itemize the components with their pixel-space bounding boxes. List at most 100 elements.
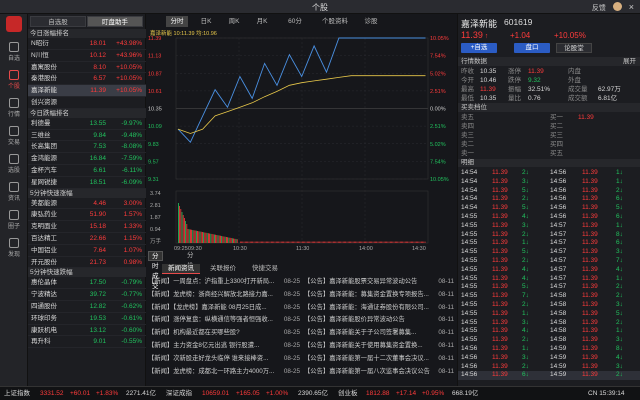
list-item[interactable]: 四通股份 12.82 -0.62% [28,301,146,313]
announcement-item[interactable]: 【公告】嘉泽新能：海通证券股份有限公司... 08-11 [304,302,454,313]
volume-bar [191,229,192,243]
news-item[interactable]: 【新闻】机构最近都在买哪些股? 08-25 [148,327,300,338]
announcement-item[interactable]: 【公告】嘉泽新能关于子公司签署募集... 08-11 [304,327,454,338]
list-item[interactable]: 三维丝 9.84 -9.48% [28,130,146,142]
news-item[interactable]: 【新闻】次新股走好龙头临停 谁来接棒资... 08-25 [148,353,300,364]
add-watchlist-button[interactable]: +自选 [461,43,497,53]
list-item[interactable]: 嘉泽新能 11.39 +10.05% [28,85,146,97]
announcement-item[interactable]: 【公告】嘉泽新能股票交易异常波动公告 08-11 [304,276,454,287]
announcement-item[interactable]: 【公告】嘉泽新能：募集资金置换专项报告... 08-11 [304,289,454,300]
volume-bar [179,206,180,243]
list-item[interactable]: 康跃机电 13.12 -0.60% [28,325,146,337]
list-item[interactable]: 环球印务 19.53 -0.61% [28,313,146,325]
order-book-button[interactable]: 盘口 [514,43,550,53]
list-item[interactable]: N昭衍 18.01 +43.98% [28,38,146,50]
list-item[interactable]: 长高集团 7.53 -8.08% [28,141,146,154]
feedback-link[interactable]: 反馈 [592,5,606,12]
news-item[interactable]: 【新闻】龙虎榜：浙商经兴解放北路接力嘉... 08-25 [148,289,300,300]
list-item[interactable]: 金杯汽车 6.61 -6.11% [28,165,146,177]
list-item[interactable]: N川恒 10.12 +43.96% [28,50,146,62]
volume-bar [324,241,325,243]
list-item[interactable]: 嘉寓股份 8.10 +10.05% [28,62,146,74]
tick-cell: 14:56 [461,345,478,352]
tick-cell: 14:56 [550,204,567,212]
list-item[interactable]: 创兴资源 [28,97,146,109]
announcement-item[interactable]: 【公告】嘉泽新能股价异常波动公告 08-11 [304,314,454,325]
close-icon[interactable]: × [629,2,634,12]
news-item[interactable]: 【新闻】龙虎榜：成都北一环路主力4000万... 08-25 [148,366,300,377]
nav-item-3[interactable]: 交易 [0,126,28,146]
nav-item-1[interactable]: 个股 [0,70,28,90]
volume-bar [382,241,384,243]
nav-label: 行情 [7,112,20,118]
list-item[interactable]: 美都能源 4.46 3.00% [28,198,146,210]
nav-item-6[interactable]: 圈子 [0,210,28,230]
volume-bar [287,241,288,243]
list-item[interactable]: 宁波精达 39.72 -0.77% [28,289,146,301]
news-item[interactable]: 【新闻】【龙虎榜】嘉泽新能 08月25日成... 08-25 [148,302,300,313]
tab-chart-3[interactable]: 月K [252,16,272,27]
announcement-item[interactable]: 【公告】嘉泽新能第一届八次监事会决议公告 08-11 [304,366,454,377]
list-item[interactable]: 开元股份 21.73 0.98% [28,257,146,269]
cy-index-label[interactable]: 创业板 [338,387,358,400]
announcement-item[interactable]: 【公告】嘉泽新能关于使用募集资金置换... 08-11 [304,340,454,351]
list-item[interactable]: 惠伦晶体 17.50 -0.79% [28,277,146,290]
volume-bar [263,241,265,243]
list-item[interactable]: 再升科 9.01 -0.55% [28,336,146,349]
tab-monitor-assistant[interactable]: 盯盘助手 [87,16,143,27]
list-item[interactable]: 康弘药业 51.90 1.57% [28,209,146,222]
intraday-chart[interactable]: 嘉泽新能 10:11.39 均:10.9611.39 10.05%11.13 7.5… [146,29,458,251]
nav-item-5[interactable]: 资讯 [0,182,28,202]
nav-item-7[interactable]: 发现 [0,238,28,258]
stats-expand-link[interactable]: 展开 [623,57,636,66]
volume-bar [227,237,228,243]
tab-chart-1[interactable]: 日K [196,16,216,27]
volume-bar [188,229,190,243]
tick-cell: 14:56 [550,169,567,176]
volume-bar [212,234,214,243]
title-right-controls: 反馈 × [592,2,634,13]
list-item[interactable]: 克明面业 15.18 1.33% [28,221,146,233]
forum-button[interactable]: 论股堂 [556,43,592,53]
volume-bar [342,241,344,243]
nav-item-2[interactable]: 行情 [0,98,28,118]
tick-cell: 14:59 [550,345,567,352]
tab-price-dist[interactable]: 分价 [184,251,197,269]
tick-cell: 14:57 [550,221,567,229]
tab-related-quotes[interactable]: 关联报价 [204,264,242,274]
tab-chart-6[interactable]: 诊股 [360,16,382,27]
stock-name: 宁波精达 [31,291,57,299]
stock-change: -0.61% [121,314,142,322]
volume-bar [310,241,312,243]
volume-bar [404,241,406,243]
tab-quick-trade[interactable]: 快捷交易 [246,264,284,274]
list-item[interactable]: 百达精工 22.66 1.15% [28,233,146,245]
nav-item-4[interactable]: 选股 [0,154,28,174]
stat-label: 成交额 [568,95,588,102]
news-item[interactable]: 【新闻】一周盘点：沪指重上3300打开新局... 08-25 [148,276,300,287]
list-item[interactable]: 金鸿能源 16.84 -7.59% [28,153,146,165]
tick-cell: 11.39 [582,257,598,264]
nav-item-0[interactable]: 自选 [0,42,28,62]
tab-chart-2[interactable]: 周K [224,16,244,27]
tab-news[interactable]: 新闻资讯 [162,264,200,274]
sz-index-label[interactable]: 深证成指 [166,387,192,400]
tab-chart-4[interactable]: 60分 [284,16,306,27]
tab-time-trades[interactable]: 分时成交 [148,251,163,290]
list-item[interactable]: 星网锐捷 18.51 -6.09% [28,177,146,189]
tick-cell: 5↓ [522,248,529,256]
list-item[interactable]: 中国铝业 7.64 1.07% [28,245,146,257]
sh-index-label[interactable]: 上证指数 [4,387,30,400]
list-item[interactable]: 秦港股份 6.57 +10.05% [28,73,146,86]
list-item[interactable]: 利德曼 13.55 -9.97% [28,118,146,130]
tick-cell: 14:54 [461,195,478,203]
avatar[interactable] [612,2,622,11]
news-item[interactable]: 【新闻】主力资金8亿元出逃 银行股遭... 08-25 [148,340,300,351]
tab-chart-0[interactable]: 分时 [166,16,188,27]
announcement-item[interactable]: 【公告】嘉泽新能第一届十二次董事会决议... 08-11 [304,353,454,364]
tab-chart-5[interactable]: 个股资料 [318,16,352,27]
tab-watchlist[interactable]: 自选股 [30,16,86,27]
tick-row: 14:55 11.39 2↓ 14:57 11.39 8↓ [458,231,640,240]
news-item[interactable]: 【新闻】涨停复盘：纵横通信等强者恒强收... 08-25 [148,314,300,325]
tick-cell: 7↓ [522,292,529,300]
